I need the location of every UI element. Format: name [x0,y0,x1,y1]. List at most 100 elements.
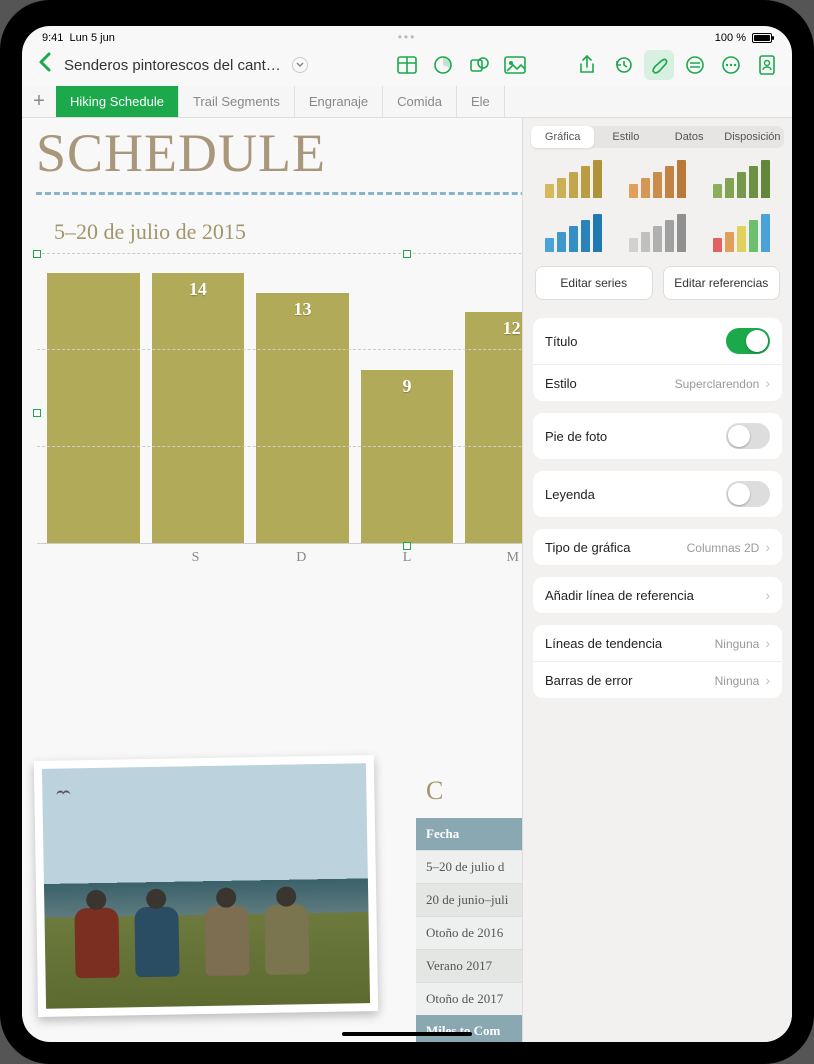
battery-icon [752,33,772,43]
row-pie[interactable]: Pie de foto [533,413,782,459]
sheet-tab-2[interactable]: Engranaje [295,86,383,117]
battery-percent: 100 % [715,32,746,44]
toggle-leyenda[interactable] [726,481,770,507]
home-indicator[interactable] [342,1032,472,1036]
chart-bar[interactable]: 13 [256,293,349,543]
more-icon [721,55,741,75]
scenic-image [42,763,370,1009]
bar-value-label: 9 [361,376,454,397]
format-button[interactable] [644,50,674,80]
status-time: 9:41 [42,32,63,44]
chevron-right-icon: › [765,375,770,391]
row-label: Tipo de gráfica [545,540,631,555]
format-panel: Gráfica Estilo Datos Disposición Editar … [522,118,792,1042]
chart-style-swatch[interactable] [704,212,778,256]
insert-shape-button[interactable] [464,50,494,80]
organize-button[interactable] [680,50,710,80]
selection-handle[interactable] [33,250,41,258]
row-value: Columnas 2D [687,541,760,555]
x-tick-label: S [143,550,249,566]
bar-value-label: 13 [256,299,349,320]
row-label: Estilo [545,376,577,391]
insert-table-button[interactable] [392,50,422,80]
panel-tab-grafica[interactable]: Gráfica [531,126,594,148]
shape-icon [469,55,489,75]
sheet-tabs: + Hiking Schedule Trail Segments Engrana… [22,86,792,118]
chart-style-swatch[interactable] [621,158,695,202]
collab-button[interactable] [752,50,782,80]
row-value: Superclarendon [675,377,760,391]
document-title[interactable]: Senderos pintorescos del cantábrico [64,57,284,74]
photo-placeholder[interactable] [34,755,378,1017]
row-tipo[interactable]: Tipo de gráfica Columnas 2D › [533,529,782,565]
row-leyenda[interactable]: Leyenda [533,471,782,517]
selection-handle[interactable] [33,409,41,417]
person-silhouette [264,904,309,975]
insert-chart-button[interactable] [428,50,458,80]
chevron-left-icon [38,52,52,72]
table-icon [397,56,417,74]
toggle-titulo[interactable] [726,328,770,354]
chevron-down-icon [296,62,304,68]
undo-icon [613,55,633,75]
row-label: Barras de error [545,673,632,688]
chevron-right-icon: › [765,539,770,555]
history-button[interactable] [608,50,638,80]
person-silhouette [74,908,119,979]
toggle-pie[interactable] [726,423,770,449]
format-brush-icon [649,55,669,75]
selection-handle[interactable] [403,250,411,258]
add-sheet-button[interactable]: + [22,90,56,113]
comment-icon [685,55,705,75]
photo-icon [504,56,526,74]
sheet-tab-3[interactable]: Comida [383,86,457,117]
title-dropdown[interactable] [292,57,308,73]
back-button[interactable] [32,52,58,78]
person-silhouette [134,906,179,977]
share-button[interactable] [572,50,602,80]
insert-media-button[interactable] [500,50,530,80]
row-trend[interactable]: Líneas de tendencia Ninguna › [533,625,782,661]
bird-icon [56,790,70,798]
multitask-indicator[interactable]: ••• [398,30,417,44]
x-tick-label: L [354,550,460,566]
canvas[interactable]: SCHEDULE 5–20 de julio de 2015 141391213… [22,118,792,1042]
app-toolbar: Senderos pintorescos del cantábrico [22,44,792,86]
sheet-tab-1[interactable]: Trail Segments [179,86,295,117]
row-value: Ninguna [715,674,760,688]
panel-tabs: Gráfica Estilo Datos Disposición [531,126,784,148]
collab-icon [757,54,777,76]
chart-style-swatch[interactable] [537,158,611,202]
row-label: Líneas de tendencia [545,636,662,651]
sheet-tab-4[interactable]: Ele [457,86,505,117]
row-label: Leyenda [545,487,595,502]
chart-bar[interactable]: 14 [152,273,245,543]
row-value: Ninguna [715,637,760,651]
row-estilo[interactable]: Estilo Superclarendon › [533,364,782,401]
chart-bar[interactable] [47,273,140,543]
row-label: Título [545,334,578,349]
chevron-right-icon: › [765,587,770,603]
edit-refs-button[interactable]: Editar referencias [663,266,781,300]
chart-style-swatch[interactable] [704,158,778,202]
row-label: Pie de foto [545,429,607,444]
row-error[interactable]: Barras de error Ninguna› [533,661,782,698]
table-heading: C [426,776,443,806]
pie-icon [433,55,453,75]
chevron-right-icon: › [765,635,770,651]
chart-bar[interactable]: 9 [361,370,454,543]
row-label: Añadir línea de referencia [545,588,694,603]
sheet-tab-0[interactable]: Hiking Schedule [56,86,179,117]
panel-tab-disposicion[interactable]: Disposición [721,126,784,148]
edit-series-button[interactable]: Editar series [535,266,653,300]
chart-style-swatch[interactable] [621,212,695,256]
more-button[interactable] [716,50,746,80]
bar-value-label: 14 [152,279,245,300]
panel-tab-datos[interactable]: Datos [658,126,721,148]
row-titulo[interactable]: Título [533,318,782,364]
panel-tab-estilo[interactable]: Estilo [594,126,657,148]
chart-style-swatch[interactable] [537,212,611,256]
chart-style-swatches [523,158,792,266]
row-refline[interactable]: Añadir línea de referencia › [533,577,782,613]
selection-handle[interactable] [403,542,411,550]
